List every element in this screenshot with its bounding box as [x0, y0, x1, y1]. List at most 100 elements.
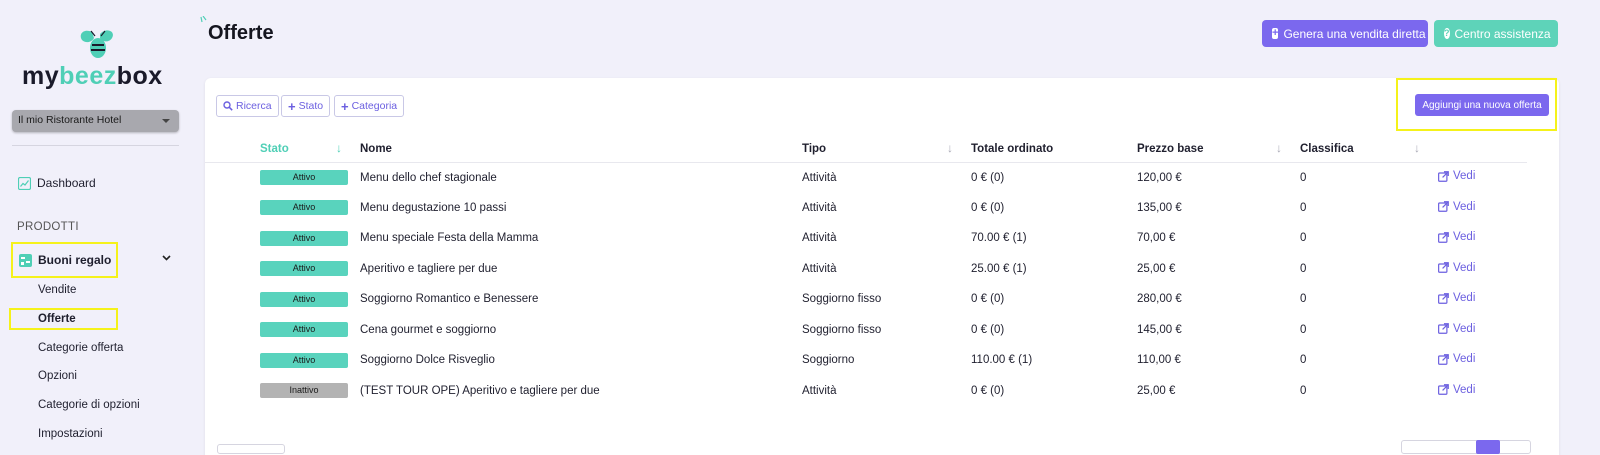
table-row[interactable]: Attivo Menu degustazione 10 passi Attività…	[205, 193, 1527, 224]
pagination-active-page[interactable]	[1476, 440, 1500, 454]
direct-sale-button[interactable]: + Genera una vendita diretta	[1262, 20, 1428, 47]
add-offer-button[interactable]: Aggiungi una nuova offerta	[1415, 94, 1549, 116]
column-header-totale-ordinato[interactable]: Totale ordinato	[971, 136, 1137, 163]
table-row[interactable]: Attivo Soggiorno Romantico e Benessere Sog…	[205, 284, 1527, 315]
column-header-nome[interactable]: Nome	[360, 136, 802, 163]
sidebar-item-label: Dashboard	[37, 176, 96, 190]
view-link[interactable]: Vedi	[1438, 231, 1475, 243]
sort-arrow-icon[interactable]: ↓	[336, 141, 342, 155]
sidebar-subitem-opzioni[interactable]: Opzioni	[38, 370, 77, 382]
sidebar-subitem-offerte[interactable]: Offerte	[38, 313, 76, 325]
help-center-button[interactable]: ? Centro assistenza	[1434, 20, 1558, 47]
cell-nome: Menu degustazione 10 passi	[360, 201, 507, 214]
view-link[interactable]: Vedi	[1438, 323, 1475, 335]
cell-classifica: 0	[1300, 323, 1307, 336]
cell-nome: Menu speciale Festa della Mamma	[360, 232, 539, 245]
status-badge: Attivo	[260, 261, 348, 277]
column-header-classifica[interactable]: Classifica ↓	[1300, 136, 1438, 163]
cell-stato: Attivo	[205, 345, 360, 376]
page-size-select[interactable]	[217, 444, 285, 454]
table-row[interactable]: Inattivo (TEST TOUR OPE) Aperitivo e tagl…	[205, 376, 1527, 407]
cell-prezzo-base: 70,00 €	[1137, 232, 1176, 245]
sort-arrow-icon[interactable]: ↓	[1414, 141, 1420, 155]
cell-prezzo-base: 25,00 €	[1137, 262, 1176, 275]
brand-logo[interactable]: mybeezbox	[22, 28, 172, 90]
view-link-label: Vedi	[1453, 383, 1476, 396]
external-link-icon	[1438, 201, 1449, 212]
cell-classifica: 0	[1300, 354, 1307, 367]
caret-down-icon	[162, 119, 170, 123]
view-link[interactable]: Vedi	[1438, 201, 1475, 213]
chevron-down-icon[interactable]	[162, 253, 171, 264]
cell-nome: Aperitivo e tagliere per due	[360, 262, 498, 275]
cell-nome: Menu dello chef stagionale	[360, 171, 497, 184]
cell-actions: Vedi	[1438, 223, 1527, 254]
cell-totale-ordinato: 70.00 € (1)	[971, 232, 1027, 245]
table-row[interactable]: Attivo Soggiorno Dolce Risveglio Soggiorno…	[205, 345, 1527, 376]
sidebar-item-label: Buoni regalo	[38, 253, 112, 267]
status-badge: Attivo	[260, 230, 348, 246]
view-link[interactable]: Vedi	[1438, 384, 1475, 396]
view-link-label: Vedi	[1453, 231, 1476, 243]
table-row[interactable]: Attivo Menu dello chef stagionale Attività…	[205, 162, 1527, 193]
cell-totale-ordinato: 0 € (0)	[971, 323, 1005, 336]
cell-tipo: Attività	[802, 384, 837, 397]
view-link-label: Vedi	[1453, 322, 1476, 335]
column-header-stato[interactable]: Stato ↓	[205, 136, 360, 163]
cell-totale-ordinato: 110.00 € (1)	[971, 354, 1033, 367]
category-filter-button[interactable]: + Categoria	[334, 95, 405, 117]
cell-tipo: Soggiorno fisso	[802, 293, 882, 306]
status-badge: Attivo	[260, 291, 348, 307]
offers-card: Ricerca + Stato + Categoria Aggiungi una…	[205, 78, 1559, 455]
sidebar-subitem-categorie-opzioni[interactable]: Categorie di opzioni	[38, 399, 140, 411]
view-link[interactable]: Vedi	[1438, 170, 1475, 182]
pagination[interactable]	[1401, 440, 1531, 454]
view-link[interactable]: Vedi	[1438, 353, 1475, 365]
view-link[interactable]: Vedi	[1438, 262, 1475, 274]
sidebar: mybeezbox Il mio Ristorante Hotel Dashbo…	[0, 0, 190, 455]
gift-card-icon	[19, 253, 32, 267]
status-filter-button[interactable]: + Stato	[281, 95, 331, 117]
column-header-tipo[interactable]: Tipo ↓	[802, 136, 971, 163]
view-link[interactable]: Vedi	[1438, 292, 1475, 304]
cell-classifica: 0	[1300, 384, 1307, 397]
sidebar-subitem-categorie-offerta[interactable]: Categorie offerta	[38, 342, 123, 354]
cell-prezzo-base: 120,00 €	[1137, 171, 1182, 184]
sidebar-subitem-vendite[interactable]: Vendite	[38, 284, 76, 296]
table-row[interactable]: Attivo Aperitivo e tagliere per due Attivi…	[205, 254, 1527, 285]
hotel-select[interactable]: Il mio Ristorante Hotel	[12, 110, 179, 132]
column-header-actions	[1438, 136, 1527, 163]
cell-prezzo-base: 280,00 €	[1137, 293, 1182, 306]
cell-actions: Vedi	[1438, 254, 1527, 285]
plus-icon: +	[341, 98, 349, 114]
table-row[interactable]: Attivo Cena gourmet e soggiorno Soggiorno …	[205, 315, 1527, 346]
sort-arrow-icon[interactable]: ↓	[947, 141, 953, 155]
view-link-label: Vedi	[1453, 261, 1476, 274]
cell-stato: Inattivo	[205, 376, 360, 407]
table-row[interactable]: Attivo Menu speciale Festa della Mamma Att…	[205, 223, 1527, 254]
sidebar-item-dashboard[interactable]: Dashboard	[18, 176, 96, 190]
cell-stato: Attivo	[205, 193, 360, 224]
cell-tipo: Attività	[802, 171, 837, 184]
search-filter-button[interactable]: Ricerca	[216, 95, 279, 117]
table-body: Attivo Menu dello chef stagionale Attività…	[205, 162, 1527, 406]
question-circle-icon: ?	[1444, 28, 1450, 39]
table-header-row: Stato ↓ Nome Tipo ↓ Totale ordinato Prez…	[205, 136, 1527, 163]
cell-actions: Vedi	[1438, 315, 1527, 346]
external-link-icon	[1438, 170, 1449, 182]
external-link-icon	[1438, 292, 1449, 304]
cell-stato: Attivo	[205, 284, 360, 315]
sort-arrow-icon[interactable]: ↓	[1276, 141, 1282, 155]
offers-table: Stato ↓ Nome Tipo ↓ Totale ordinato Prez…	[205, 136, 1527, 406]
cell-prezzo-base: 110,00 €	[1137, 354, 1181, 367]
cell-totale-ordinato: 0 € (0)	[971, 384, 1005, 397]
page-title: Offerte	[208, 22, 274, 44]
cell-classifica: 0	[1300, 293, 1307, 306]
cell-totale-ordinato: 0 € (0)	[971, 171, 1005, 184]
sidebar-item-buoni-regalo[interactable]: Buoni regalo	[11, 242, 118, 278]
sidebar-subitem-impostazioni[interactable]: Impostazioni	[38, 428, 103, 440]
cell-actions: Vedi	[1438, 193, 1527, 224]
cell-nome: Cena gourmet e soggiorno	[360, 323, 497, 336]
column-header-prezzo-base[interactable]: Prezzo base ↓	[1137, 136, 1300, 163]
cell-prezzo-base: 135,00 €	[1137, 201, 1182, 214]
